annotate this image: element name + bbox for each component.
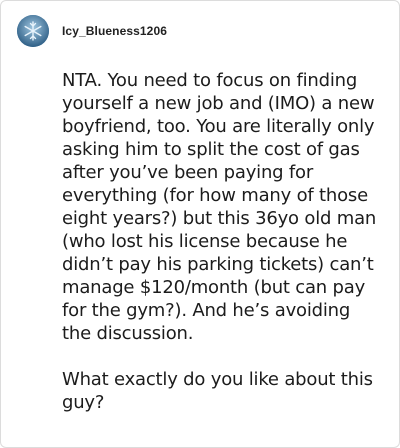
comment-author[interactable]: Icy_Blueness1206 xyxy=(62,24,167,38)
comment-paragraph: What exactly do you like about this guy? xyxy=(62,369,373,413)
comment-card: Icy_Blueness1206 NTA. You need to focus … xyxy=(0,0,400,448)
snowflake-avatar-icon xyxy=(17,15,49,47)
comment-paragraph: NTA. You need to focus on finding yourse… xyxy=(62,70,377,344)
comment-body: NTA. You need to focus on finding yourse… xyxy=(62,69,382,437)
comment-header: Icy_Blueness1206 xyxy=(17,15,167,47)
user-avatar[interactable] xyxy=(17,15,49,47)
